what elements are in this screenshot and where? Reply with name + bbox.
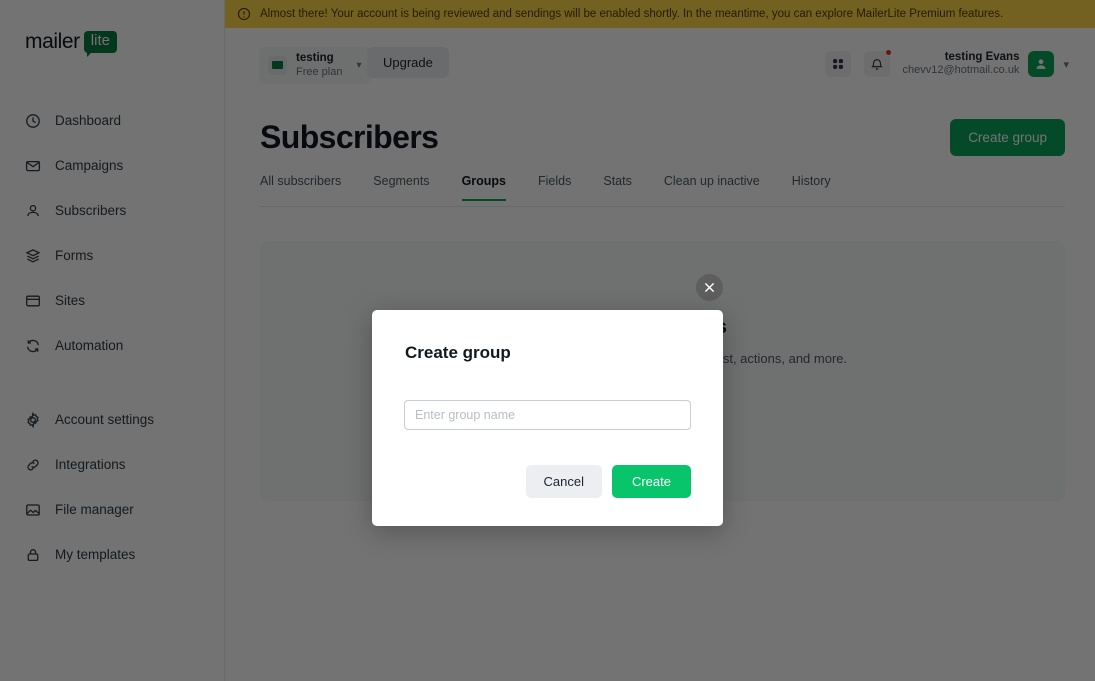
- close-icon: [704, 282, 715, 293]
- modal-close-button[interactable]: [696, 274, 723, 301]
- modal-actions: Cancel Create: [525, 465, 691, 498]
- create-button[interactable]: Create: [611, 465, 691, 498]
- create-group-modal: Create group Cancel Create: [372, 310, 723, 526]
- cancel-button[interactable]: Cancel: [525, 465, 602, 498]
- modal-title: Create group: [405, 343, 511, 362]
- group-name-input[interactable]: [404, 400, 691, 430]
- app-root: mailer lite Dashboard Campaigns Subscr: [0, 0, 1095, 681]
